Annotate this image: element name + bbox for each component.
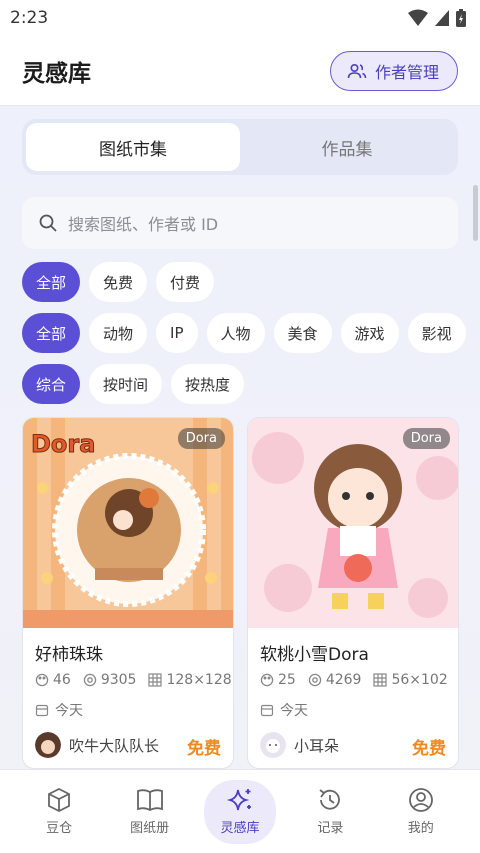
author-management-label: 作者管理: [374, 62, 439, 82]
scrollbar[interactable]: [473, 185, 478, 241]
history-icon: [319, 789, 341, 810]
segmented-control: 图纸市集 作品集: [22, 119, 458, 175]
svg-text:Dora: Dora: [31, 430, 95, 458]
nav-item-pattern-book[interactable]: 图纸册: [114, 780, 186, 844]
author-name: 吹牛大队队长: [69, 736, 160, 755]
grid-icon: [148, 673, 163, 687]
nav-label: 我的: [407, 821, 434, 836]
book-open-icon: [136, 789, 163, 812]
avatar: [35, 732, 61, 758]
pattern-date: 今天: [35, 700, 83, 720]
battery-icon: [456, 9, 466, 27]
nav-label: 灵感库: [220, 821, 260, 836]
status-bar: 2:23: [0, 0, 480, 36]
filter-category-all[interactable]: 全部: [22, 313, 81, 353]
sort-overall[interactable]: 综合: [22, 364, 81, 404]
nav-label: 图纸册: [130, 821, 170, 836]
page-title: 灵感库: [22, 60, 91, 87]
tab-market[interactable]: 图纸市集: [26, 123, 240, 171]
grid-size: 56×102: [391, 672, 448, 688]
filter-category-film[interactable]: 影视: [407, 313, 466, 353]
view-count: 4269: [325, 672, 362, 688]
calendar-icon: [35, 704, 49, 717]
calendar-icon: [260, 704, 274, 717]
grid-icon: [373, 673, 388, 687]
pattern-thumbnail: Dora: [248, 418, 458, 628]
category-badge: Dora: [177, 428, 225, 449]
category-filter-row: 全部 动物 IP 人物 美食 游戏 影视: [22, 313, 466, 353]
price-filter-row: 全部 免费 付费: [22, 262, 215, 302]
color-count: 25: [278, 672, 296, 688]
search-placeholder: 搜索图纸、作者或 ID: [68, 215, 219, 234]
author-name: 小耳朵: [294, 736, 340, 755]
palette-icon: [260, 673, 274, 687]
bottom-navigation: 豆仓 图纸册 灵感库 记录 我的: [0, 769, 480, 853]
search-icon: [39, 214, 57, 232]
pattern-title: 软桃小雪Dora: [260, 645, 369, 665]
nav-item-bean-storage[interactable]: 豆仓: [23, 780, 95, 844]
date-text: 今天: [280, 703, 308, 719]
price-label: 免费: [412, 739, 446, 759]
filter-price-free[interactable]: 免费: [89, 262, 148, 302]
pattern-author[interactable]: 小耳朵: [260, 732, 339, 758]
date-text: 今天: [55, 703, 83, 719]
pattern-meta: 25 4269 56×102: [260, 672, 448, 688]
pattern-meta: 46 9305 128×128: [35, 672, 232, 688]
app-bar: 灵感库 作者管理: [0, 36, 480, 106]
pattern-date: 今天: [260, 700, 308, 720]
user-icon: [408, 788, 433, 812]
search-input[interactable]: 搜索图纸、作者或 ID: [22, 197, 458, 249]
price-label: 免费: [187, 739, 221, 759]
sort-by-popularity[interactable]: 按热度: [171, 364, 245, 404]
pattern-author[interactable]: 吹牛大队队长: [35, 732, 159, 758]
sort-filter-row: 综合 按时间 按热度: [22, 364, 245, 404]
sort-by-time[interactable]: 按时间: [89, 364, 163, 404]
nav-label: 豆仓: [46, 821, 73, 836]
users-icon: [347, 63, 367, 78]
signal-icon: [435, 10, 449, 26]
filter-category-ip[interactable]: IP: [156, 313, 198, 353]
pattern-title: 好柿珠珠: [35, 645, 103, 665]
sparkles-icon: [226, 789, 251, 811]
filter-category-food[interactable]: 美食: [273, 313, 332, 353]
author-management-button[interactable]: 作者管理: [329, 50, 458, 91]
filter-category-people[interactable]: 人物: [206, 313, 265, 353]
nav-item-history[interactable]: 记录: [294, 780, 366, 844]
filter-category-games[interactable]: 游戏: [340, 313, 399, 353]
pattern-thumbnail: Dora Dora: [23, 418, 233, 628]
nav-item-profile[interactable]: 我的: [385, 780, 457, 844]
palette-icon: [35, 673, 49, 687]
filter-price-paid[interactable]: 付费: [156, 262, 215, 302]
view-count: 9305: [100, 672, 137, 688]
cube-icon: [48, 787, 71, 813]
pattern-card[interactable]: Dora Dora 好柿珠珠 46 9305 128×128 今天 吹牛大队队长: [22, 417, 234, 769]
eye-icon: [83, 673, 97, 687]
wifi-icon: [408, 9, 428, 26]
filter-category-animals[interactable]: 动物: [89, 313, 148, 353]
avatar: [260, 732, 286, 758]
filter-price-all[interactable]: 全部: [22, 262, 81, 302]
grid-size: 128×128: [166, 672, 232, 688]
tab-works[interactable]: 作品集: [240, 123, 454, 171]
content-area: 图纸市集 作品集 搜索图纸、作者或 ID 全部 免费 付费 全部 动物 IP 人…: [0, 107, 480, 769]
category-badge: Dora: [402, 428, 450, 449]
color-count: 46: [53, 672, 71, 688]
eye-icon: [308, 673, 322, 687]
pattern-card[interactable]: Dora 软桃小雪Dora 25 4269 56×102 今天 小耳朵 免费: [247, 417, 459, 769]
nav-item-inspiration[interactable]: 灵感库: [203, 779, 276, 844]
status-icons: [408, 9, 466, 27]
nav-label: 记录: [317, 821, 344, 836]
status-time: 2:23: [10, 8, 49, 28]
